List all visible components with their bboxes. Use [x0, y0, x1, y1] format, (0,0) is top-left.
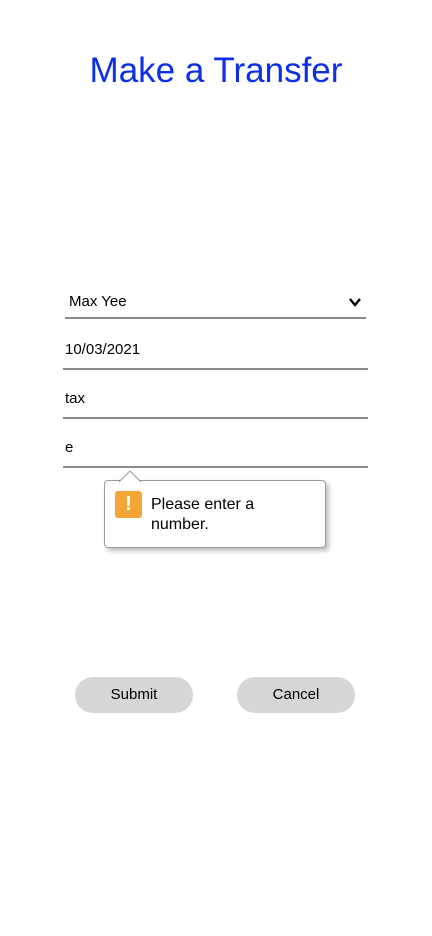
warning-icon: !	[115, 491, 142, 518]
recipient-selected-value: Max Yee	[69, 293, 127, 310]
validation-message: Please enter a number.	[151, 496, 255, 533]
page-title: Make a Transfer	[89, 51, 343, 90]
submit-button[interactable]: Submit	[75, 677, 193, 713]
recipient-select[interactable]: Max Yee	[65, 286, 366, 319]
transfer-page: Make a Transfer Max Yee 10/03/2021 tax e…	[0, 0, 432, 936]
date-field[interactable]: 10/03/2021	[63, 336, 368, 370]
description-field[interactable]: tax	[63, 385, 368, 419]
amount-field[interactable]: e	[63, 434, 368, 468]
chevron-down-icon	[348, 295, 362, 309]
description-value: tax	[65, 390, 86, 407]
validation-tooltip: ! Please enter a number.	[104, 471, 326, 548]
amount-value: e	[65, 439, 74, 456]
cancel-button[interactable]: Cancel	[237, 677, 355, 713]
date-value: 10/03/2021	[65, 341, 141, 358]
